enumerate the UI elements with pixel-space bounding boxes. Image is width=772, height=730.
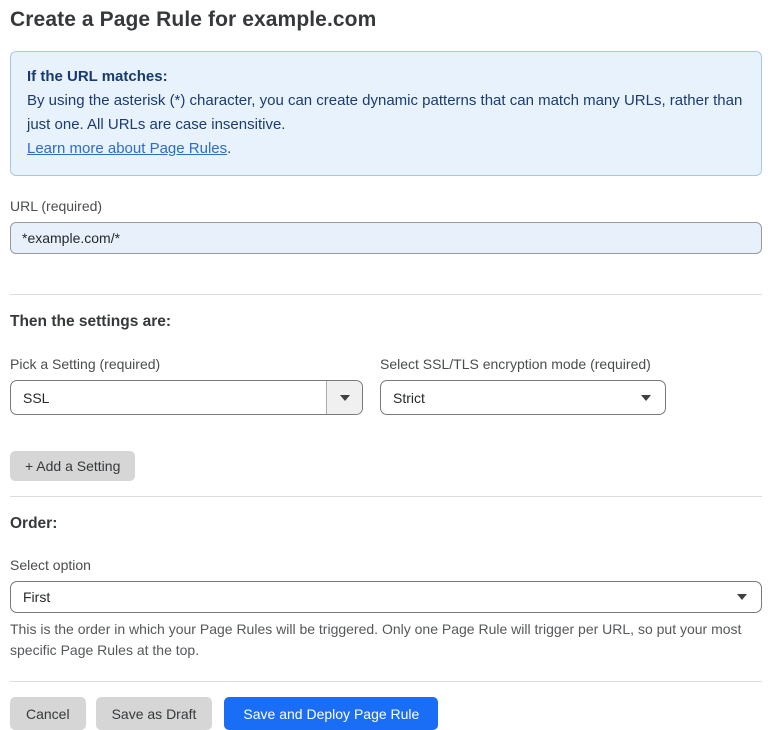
pick-setting-value: SSL <box>23 389 50 406</box>
order-help-text: This is the order in which your Page Rul… <box>10 621 742 658</box>
ssl-mode-value: Strict <box>393 389 425 406</box>
page-title: Create a Page Rule for example.com <box>10 8 377 31</box>
order-select-value: First <box>23 589 51 605</box>
settings-section-heading: Then the settings are: <box>10 313 172 330</box>
chevron-down-icon <box>326 381 362 414</box>
url-input[interactable] <box>10 222 762 254</box>
order-section-heading: Order: <box>10 515 58 532</box>
url-match-info-box: If the URL matches: By using the asteris… <box>10 51 762 176</box>
save-and-deploy-button[interactable]: Save and Deploy Page Rule <box>224 697 439 730</box>
learn-more-link[interactable]: Learn more about Page Rules <box>27 140 227 157</box>
pick-setting-select[interactable]: SSL <box>10 380 363 415</box>
info-box-body: By using the asterisk (*) character, you… <box>27 92 743 133</box>
order-select[interactable]: First <box>10 581 762 613</box>
info-box-link-line: Learn more about Page Rules. <box>27 137 745 161</box>
url-field-label: URL (required) <box>10 198 103 214</box>
divider <box>10 681 762 682</box>
chevron-down-icon <box>641 394 651 401</box>
divider <box>10 294 762 295</box>
ssl-mode-column: Select SSL/TLS encryption mode (required… <box>380 356 666 415</box>
cancel-button[interactable]: Cancel <box>10 697 86 730</box>
order-select-label: Select option <box>10 557 91 573</box>
pick-setting-label: Pick a Setting (required) <box>10 356 161 372</box>
ssl-mode-select[interactable]: Strict <box>380 380 666 415</box>
settings-row: Pick a Setting (required) SSL Select SSL… <box>10 356 762 415</box>
ssl-mode-label: Select SSL/TLS encryption mode (required… <box>380 356 651 372</box>
chevron-down-icon <box>737 594 747 600</box>
info-box-heading: If the URL matches: <box>27 68 168 85</box>
add-setting-button[interactable]: + Add a Setting <box>10 451 136 481</box>
link-period: . <box>227 140 232 157</box>
pick-setting-column: Pick a Setting (required) SSL <box>10 356 363 415</box>
divider <box>10 496 762 497</box>
footer-actions: Cancel Save as Draft Save and Deploy Pag… <box>10 697 762 730</box>
create-page-rule-form: Create a Page Rule for example.com If th… <box>0 0 772 730</box>
save-as-draft-button[interactable]: Save as Draft <box>95 697 213 730</box>
